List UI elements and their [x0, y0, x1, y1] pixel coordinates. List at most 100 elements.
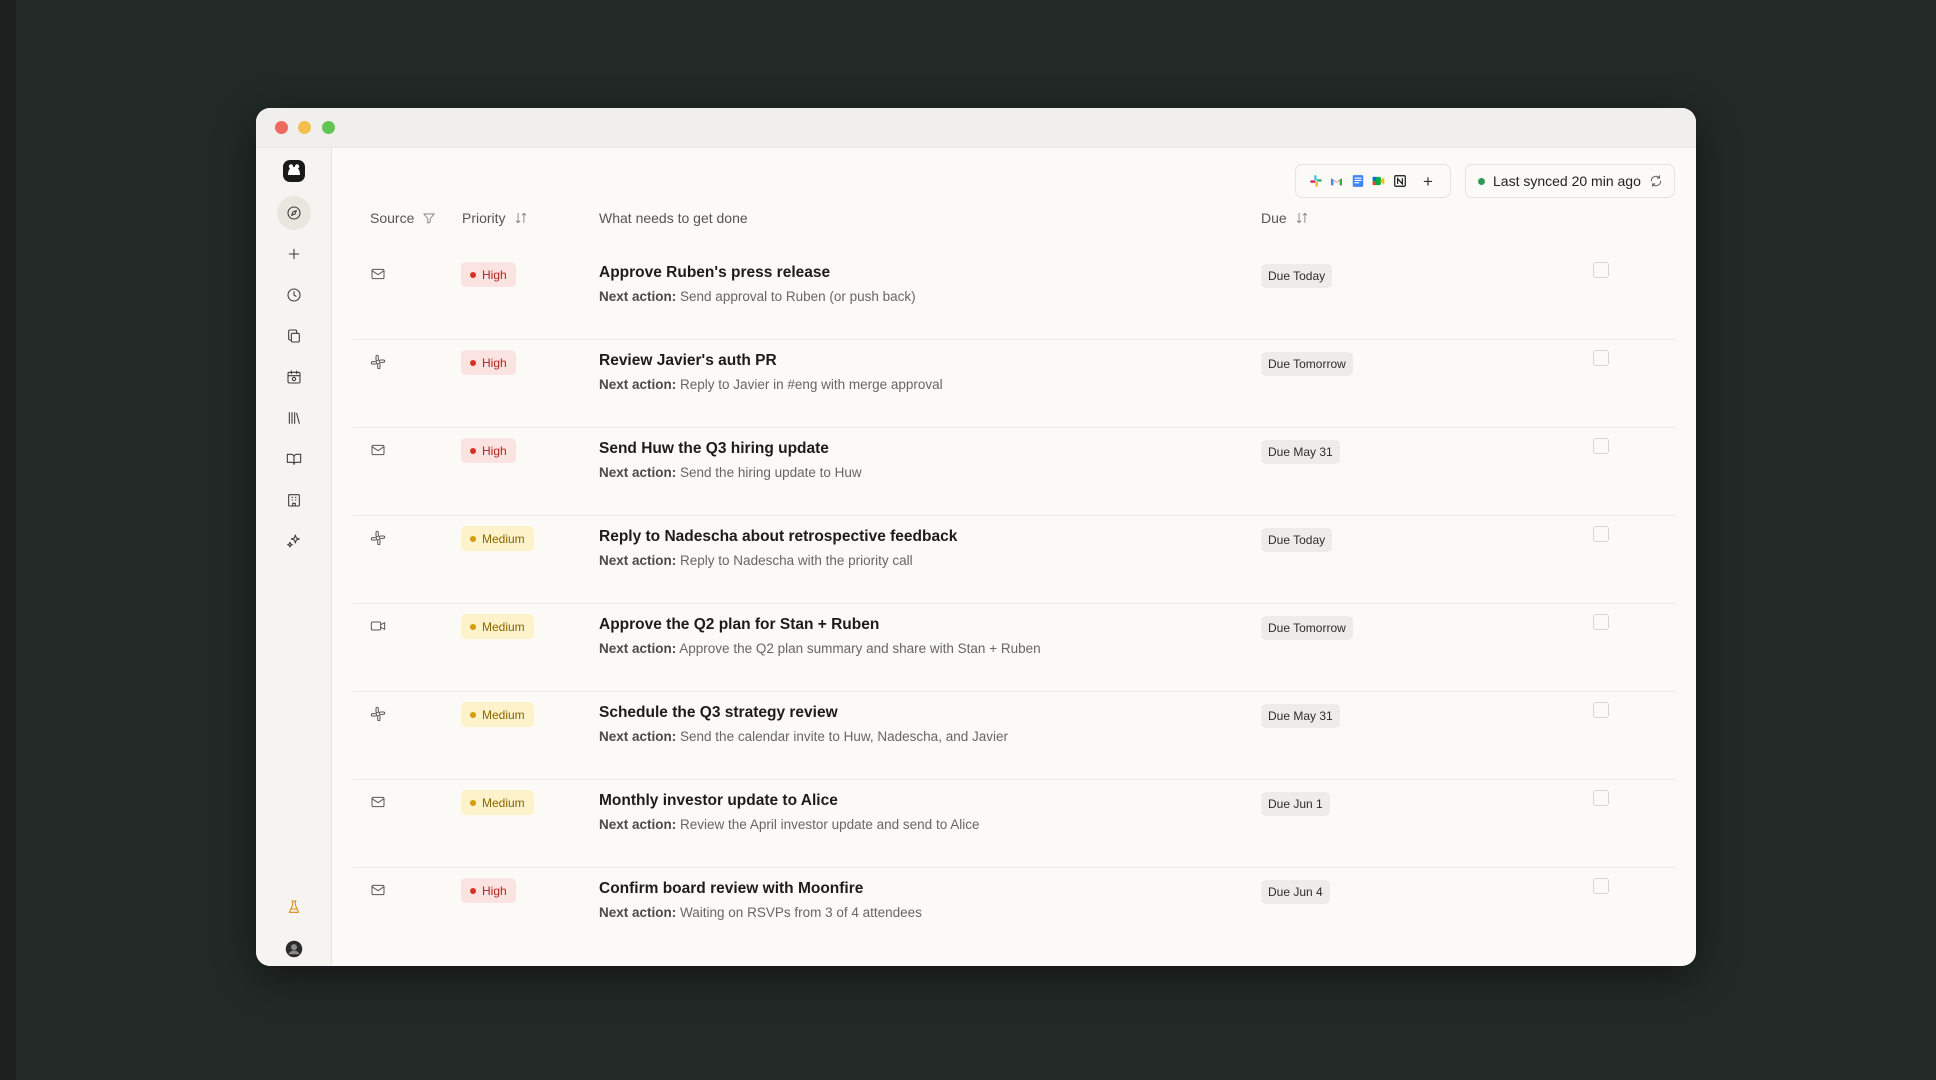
library-icon[interactable] — [277, 401, 311, 435]
plus-icon[interactable] — [277, 237, 311, 271]
task-checkbox[interactable] — [1593, 262, 1609, 278]
slack-icon — [370, 530, 388, 548]
table-row[interactable]: Medium Approve the Q2 plan for Stan + Rub… — [353, 604, 1676, 692]
task-next-action: Next action: Reply to Javier in #eng wit… — [599, 377, 943, 392]
table-row[interactable]: High Approve Ruben's press release Next ac… — [353, 252, 1676, 340]
task-title[interactable]: Review Javier's auth PR — [599, 352, 777, 370]
task-title[interactable]: Approve the Q2 plan for Stan + Ruben — [599, 616, 879, 634]
refresh-icon[interactable] — [1649, 174, 1663, 188]
email-icon — [370, 442, 388, 460]
task-checkbox[interactable] — [1593, 526, 1609, 542]
desktop-edge — [0, 0, 16, 1080]
column-priority[interactable]: Priority — [462, 198, 528, 238]
next-action-text: Approve the Q2 plan summary and share wi… — [679, 641, 1041, 656]
priority-label: High — [482, 443, 507, 458]
sparkles-icon[interactable] — [277, 524, 311, 558]
task-title[interactable]: Reply to Nadescha about retrospective fe… — [599, 528, 957, 546]
copy-icon[interactable] — [277, 319, 311, 353]
filter-icon[interactable] — [422, 211, 436, 225]
priority-badge: Medium — [461, 526, 534, 551]
book-icon[interactable] — [277, 442, 311, 476]
task-next-action: Next action: Send the hiring update to H… — [599, 465, 862, 480]
task-title[interactable]: Confirm board review with Moonfire — [599, 880, 863, 898]
next-action-prefix: Next action: — [599, 465, 677, 480]
user-avatar[interactable] — [277, 932, 311, 966]
email-icon — [370, 882, 388, 900]
sync-status-dot — [1478, 177, 1485, 185]
priority-dot — [470, 271, 476, 278]
zoom-window-button[interactable] — [322, 121, 335, 134]
task-checkbox[interactable] — [1593, 878, 1609, 894]
next-action-prefix: Next action: — [599, 377, 677, 392]
column-task-label: What needs to get done — [599, 210, 748, 226]
task-next-action: Next action: Send the calendar invite to… — [599, 729, 1008, 744]
sidebar — [256, 148, 332, 966]
priority-dot — [470, 799, 476, 806]
task-checkbox[interactable] — [1593, 438, 1609, 454]
column-due[interactable]: Due — [1261, 198, 1309, 238]
table-row[interactable]: High Review Javier's auth PR Next action: … — [353, 340, 1676, 428]
due-badge: Due Tomorrow — [1261, 352, 1353, 376]
priority-badge: High — [461, 438, 516, 463]
priority-label: Medium — [482, 531, 525, 546]
table-row[interactable]: Medium Reply to Nadescha about retrospect… — [353, 516, 1676, 604]
email-icon — [370, 794, 388, 812]
due-badge: Due May 31 — [1261, 440, 1340, 464]
task-title[interactable]: Monthly investor update to Alice — [599, 792, 838, 810]
task-checkbox[interactable] — [1593, 614, 1609, 630]
priority-badge: High — [461, 350, 516, 375]
priority-label: Medium — [482, 707, 525, 722]
next-action-prefix: Next action: — [599, 553, 677, 568]
main-content: + Last synced 20 min ago Source Priority… — [333, 148, 1696, 966]
table-row[interactable]: High Send Huw the Q3 hiring update Next ac… — [353, 428, 1676, 516]
table-row[interactable]: High Confirm board review with Moonfire Ne… — [353, 868, 1676, 956]
app-window: + Last synced 20 min ago Source Priority… — [256, 108, 1696, 966]
task-title[interactable]: Approve Ruben's press release — [599, 264, 830, 282]
next-action-text: Send the hiring update to Huw — [680, 465, 862, 480]
minimize-window-button[interactable] — [298, 121, 311, 134]
priority-dot — [470, 447, 476, 454]
sort-icon[interactable] — [514, 211, 528, 225]
priority-label: High — [482, 355, 507, 370]
task-next-action: Next action: Review the April investor u… — [599, 817, 979, 832]
slack-icon — [370, 354, 388, 372]
task-next-action: Next action: Approve the Q2 plan summary… — [599, 641, 1041, 656]
task-checkbox[interactable] — [1593, 702, 1609, 718]
close-window-button[interactable] — [275, 121, 288, 134]
logo-icon[interactable] — [277, 154, 311, 188]
table-row[interactable]: Medium Monthly investor update to Alice Ne… — [353, 780, 1676, 868]
task-title[interactable]: Schedule the Q3 strategy review — [599, 704, 838, 722]
next-action-prefix: Next action: — [599, 905, 677, 920]
task-title[interactable]: Send Huw the Q3 hiring update — [599, 440, 829, 458]
sort-icon[interactable] — [1295, 211, 1309, 225]
priority-label: High — [482, 267, 507, 282]
task-checkbox[interactable] — [1593, 350, 1609, 366]
building-icon[interactable] — [277, 483, 311, 517]
priority-dot — [470, 535, 476, 542]
slack-icon[interactable] — [1308, 174, 1323, 189]
calendar-icon[interactable] — [277, 360, 311, 394]
sync-status-button[interactable]: Last synced 20 min ago — [1465, 164, 1675, 198]
google-meet-icon[interactable] — [1371, 174, 1386, 189]
task-next-action: Next action: Reply to Nadescha with the … — [599, 553, 913, 568]
due-badge: Due May 31 — [1261, 704, 1340, 728]
priority-dot — [470, 359, 476, 366]
next-action-text: Waiting on RSVPs from 3 of 4 attendees — [680, 905, 922, 920]
task-checkbox[interactable] — [1593, 790, 1609, 806]
next-action-prefix: Next action: — [599, 817, 677, 832]
email-icon — [370, 266, 388, 284]
table-row[interactable]: Medium Schedule the Q3 strategy review Nex… — [353, 692, 1676, 780]
column-source-label: Source — [370, 210, 415, 226]
next-action-text: Reply to Nadescha with the priority call — [680, 553, 913, 568]
google-docs-icon[interactable] — [1350, 174, 1365, 189]
gmail-icon[interactable] — [1329, 174, 1344, 189]
clock-icon[interactable] — [277, 278, 311, 312]
next-action-prefix: Next action: — [599, 289, 677, 304]
notion-icon[interactable] — [1392, 174, 1407, 189]
add-integration-button[interactable]: + — [1423, 173, 1433, 190]
lab-flask-icon[interactable] — [277, 890, 311, 924]
column-source[interactable]: Source — [370, 198, 436, 238]
next-action-prefix: Next action: — [599, 729, 677, 744]
priority-badge: Medium — [461, 702, 534, 727]
explore-icon[interactable] — [277, 196, 311, 230]
